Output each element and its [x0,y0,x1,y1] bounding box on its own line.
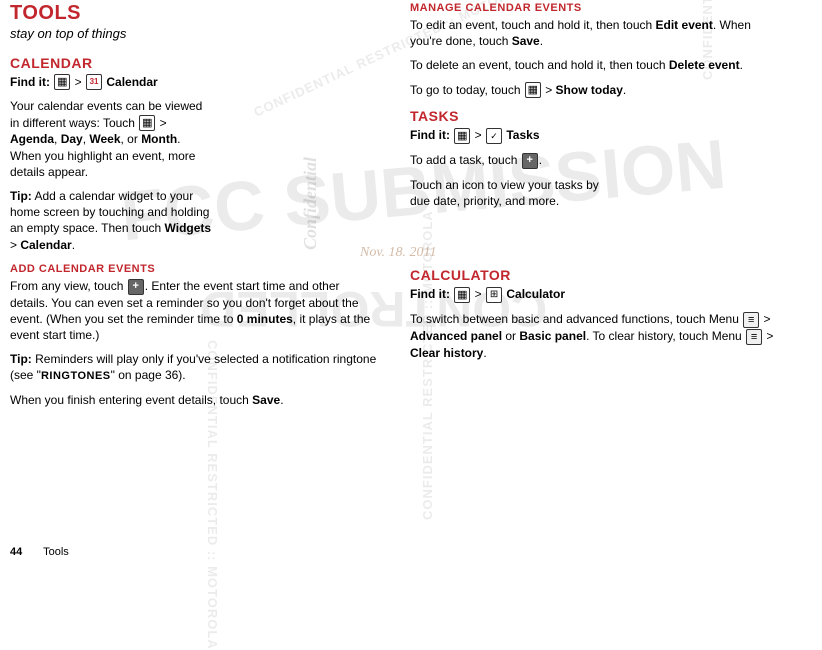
tasks-add-para: To add a task, touch . [410,152,615,169]
tasks-icon [486,128,502,144]
calendar-heading: CALENDAR [10,55,380,71]
tasks-view-para: Touch an icon to view your tasks by due … [410,177,615,209]
right-column: MANAGE CALENDAR EVENTS To edit an event,… [410,0,780,416]
manage-edit-para: To edit an event, touch and hold it, the… [410,17,780,49]
plus-icon [522,153,538,169]
calendar-label: Calendar [106,75,157,89]
page-subtitle: stay on top of things [10,25,380,43]
calendar-views-para: Your calendar events can be viewed in di… [10,98,215,180]
tasks-heading: TASKS [410,108,780,124]
calendar-find-it: Find it: > 31 Calendar [10,74,380,91]
sep: > [75,75,85,89]
find-it-label: Find it: [10,75,50,89]
menu-icon [746,329,762,345]
calc-find-it: Find it: > Calculator [410,286,780,303]
manage-events-heading: MANAGE CALENDAR EVENTS [410,2,780,14]
left-column: TOOLS stay on top of things CALENDAR Fin… [10,0,380,416]
calendar-tip-para: Tip: Add a calendar widget to your home … [10,188,215,253]
calendar-31-icon: 31 [86,74,102,90]
add-events-finish: When you finish entering event details, … [10,392,380,408]
page-footer: 44 Tools [10,546,69,558]
manage-today-para: To go to today, touch > Show today. [410,82,780,99]
calc-para: To switch between basic and advanced fun… [410,311,780,361]
menu-icon [743,312,759,328]
manage-delete-para: To delete an event, touch and hold it, t… [410,57,780,73]
tasks-find-it: Find it: > Tasks [410,127,780,144]
add-events-tip: Tip: Reminders will play only if you've … [10,351,380,384]
page-number: 44 [10,546,22,558]
plus-icon [128,279,144,295]
add-events-para: From any view, touch . Enter the event s… [10,278,380,343]
page-title: TOOLS [10,2,380,25]
apps-icon [454,287,470,303]
apps-icon [454,128,470,144]
apps-icon [54,74,70,90]
footer-section: Tools [43,546,69,558]
calculator-icon [486,287,502,303]
add-events-heading: ADD CALENDAR EVENTS [10,263,380,275]
apps-icon [525,82,541,98]
calculator-heading: CALCULATOR [410,267,780,283]
apps-icon [139,115,155,131]
